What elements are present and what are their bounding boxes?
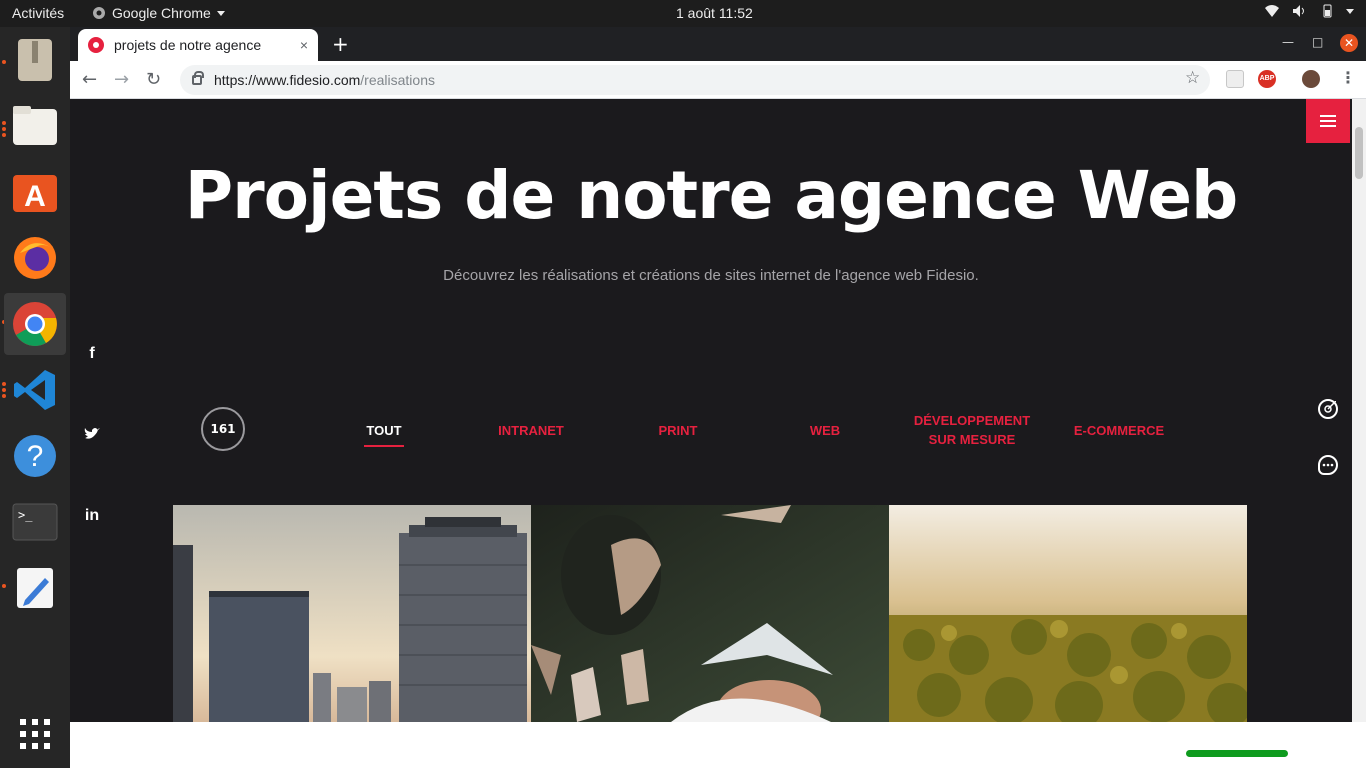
- kebab-menu-icon[interactable]: ⋮: [1340, 68, 1356, 87]
- profile-avatar[interactable]: [1302, 70, 1320, 88]
- chevron-down-icon: [216, 10, 225, 16]
- project-image: [889, 505, 1247, 722]
- app-menu[interactable]: Google Chrome: [92, 5, 225, 21]
- browser-toolbar: ← → ↻ https://www.fidesio.com /realisati…: [70, 61, 1366, 99]
- favicon-icon: [88, 37, 104, 53]
- terminal-icon[interactable]: >_: [4, 491, 66, 553]
- system-top-bar: Activités Google Chrome 1 août 11:52: [0, 0, 1366, 27]
- text-editor-icon[interactable]: [4, 557, 66, 619]
- project-count: 161: [201, 407, 245, 451]
- close-window-icon[interactable]: ✕: [1340, 34, 1358, 52]
- help-icon[interactable]: ?: [4, 425, 66, 487]
- url-path: /realisations: [360, 72, 435, 88]
- maximize-icon[interactable]: □: [1312, 35, 1323, 49]
- scrollbar-thumb[interactable]: [1355, 127, 1363, 179]
- svg-text:>_: >_: [18, 508, 33, 522]
- ubuntu-software-icon[interactable]: A: [4, 161, 66, 223]
- chat-icon[interactable]: [1318, 455, 1338, 475]
- linkedin-icon[interactable]: in: [84, 507, 100, 525]
- page-title: Projets de notre agence Web: [184, 157, 1238, 234]
- firefox-icon[interactable]: [4, 227, 66, 289]
- minimize-icon[interactable]: —: [1282, 35, 1294, 49]
- facebook-icon[interactable]: f: [84, 345, 100, 363]
- battery-icon: [1323, 4, 1332, 18]
- project-card-city[interactable]: [173, 505, 531, 722]
- page-subtitle: Découvrez les réalisations et créations …: [443, 267, 979, 284]
- page-bottom-bar: [70, 722, 1366, 768]
- project-image: [531, 505, 889, 722]
- project-image: [173, 505, 531, 722]
- back-arrow-icon[interactable]: ←: [82, 69, 97, 90]
- chevron-down-icon: [1346, 8, 1354, 14]
- chrome-icon[interactable]: [4, 293, 66, 355]
- archive-manager-icon[interactable]: [4, 29, 66, 91]
- clock[interactable]: 1 août 11:52: [676, 5, 753, 21]
- forward-arrow-icon[interactable]: →: [114, 69, 129, 90]
- filter-tout[interactable]: TOUT: [364, 421, 404, 447]
- vscode-icon[interactable]: [4, 359, 66, 421]
- filter-print[interactable]: PRINT: [640, 421, 716, 440]
- wifi-icon: [1265, 5, 1279, 17]
- system-tray[interactable]: [1264, 4, 1354, 18]
- web-page: Projets de notre agence Web Découvrez le…: [70, 99, 1352, 722]
- svg-text:A: A: [24, 180, 46, 213]
- url-host: https://www.fidesio.com: [214, 72, 361, 88]
- tab-strip: projets de notre agence × + — □ ✕: [70, 27, 1366, 61]
- show-applications-icon[interactable]: [4, 703, 66, 765]
- reload-icon[interactable]: ↻: [146, 69, 161, 90]
- bookmark-star-icon[interactable]: ☆: [1185, 68, 1200, 88]
- project-card-vineyard[interactable]: [889, 505, 1247, 722]
- hamburger-menu-button[interactable]: [1306, 99, 1350, 143]
- adblock-icon[interactable]: ABP: [1258, 70, 1276, 88]
- filter-intranet[interactable]: INTRANET: [486, 421, 576, 440]
- tab-active[interactable]: projets de notre agence ×: [78, 29, 318, 61]
- target-icon[interactable]: [1318, 399, 1338, 419]
- dock: A ? >_: [0, 27, 70, 768]
- address-bar[interactable]: https://www.fidesio.com /realisations: [180, 65, 1210, 95]
- project-card-reader[interactable]: [531, 505, 889, 722]
- filter-web[interactable]: WEB: [796, 421, 854, 440]
- tab-title: projets de notre agence: [114, 37, 262, 53]
- volume-icon: [1293, 5, 1304, 17]
- filter-developpement-sur-mesure[interactable]: DÉVELOPPEMENT SUR MESURE: [900, 411, 1044, 449]
- chrome-icon: [93, 7, 105, 19]
- files-icon[interactable]: [4, 95, 66, 157]
- browser-window: projets de notre agence × + — □ ✕ ← → ↻ …: [70, 27, 1366, 768]
- twitter-icon[interactable]: [84, 427, 100, 441]
- new-tab-button[interactable]: +: [332, 32, 349, 56]
- progress-bar: [1186, 750, 1288, 757]
- filter-e-commerce[interactable]: E-COMMERCE: [1066, 421, 1172, 440]
- page-scrollbar[interactable]: [1352, 99, 1366, 722]
- activities-button[interactable]: Activités: [12, 5, 64, 21]
- extension-icon[interactable]: [1226, 70, 1244, 88]
- close-tab-icon[interactable]: ×: [300, 37, 308, 53]
- lock-icon: [192, 71, 204, 85]
- svg-text:?: ?: [27, 440, 44, 473]
- app-menu-label: Google Chrome: [112, 5, 211, 21]
